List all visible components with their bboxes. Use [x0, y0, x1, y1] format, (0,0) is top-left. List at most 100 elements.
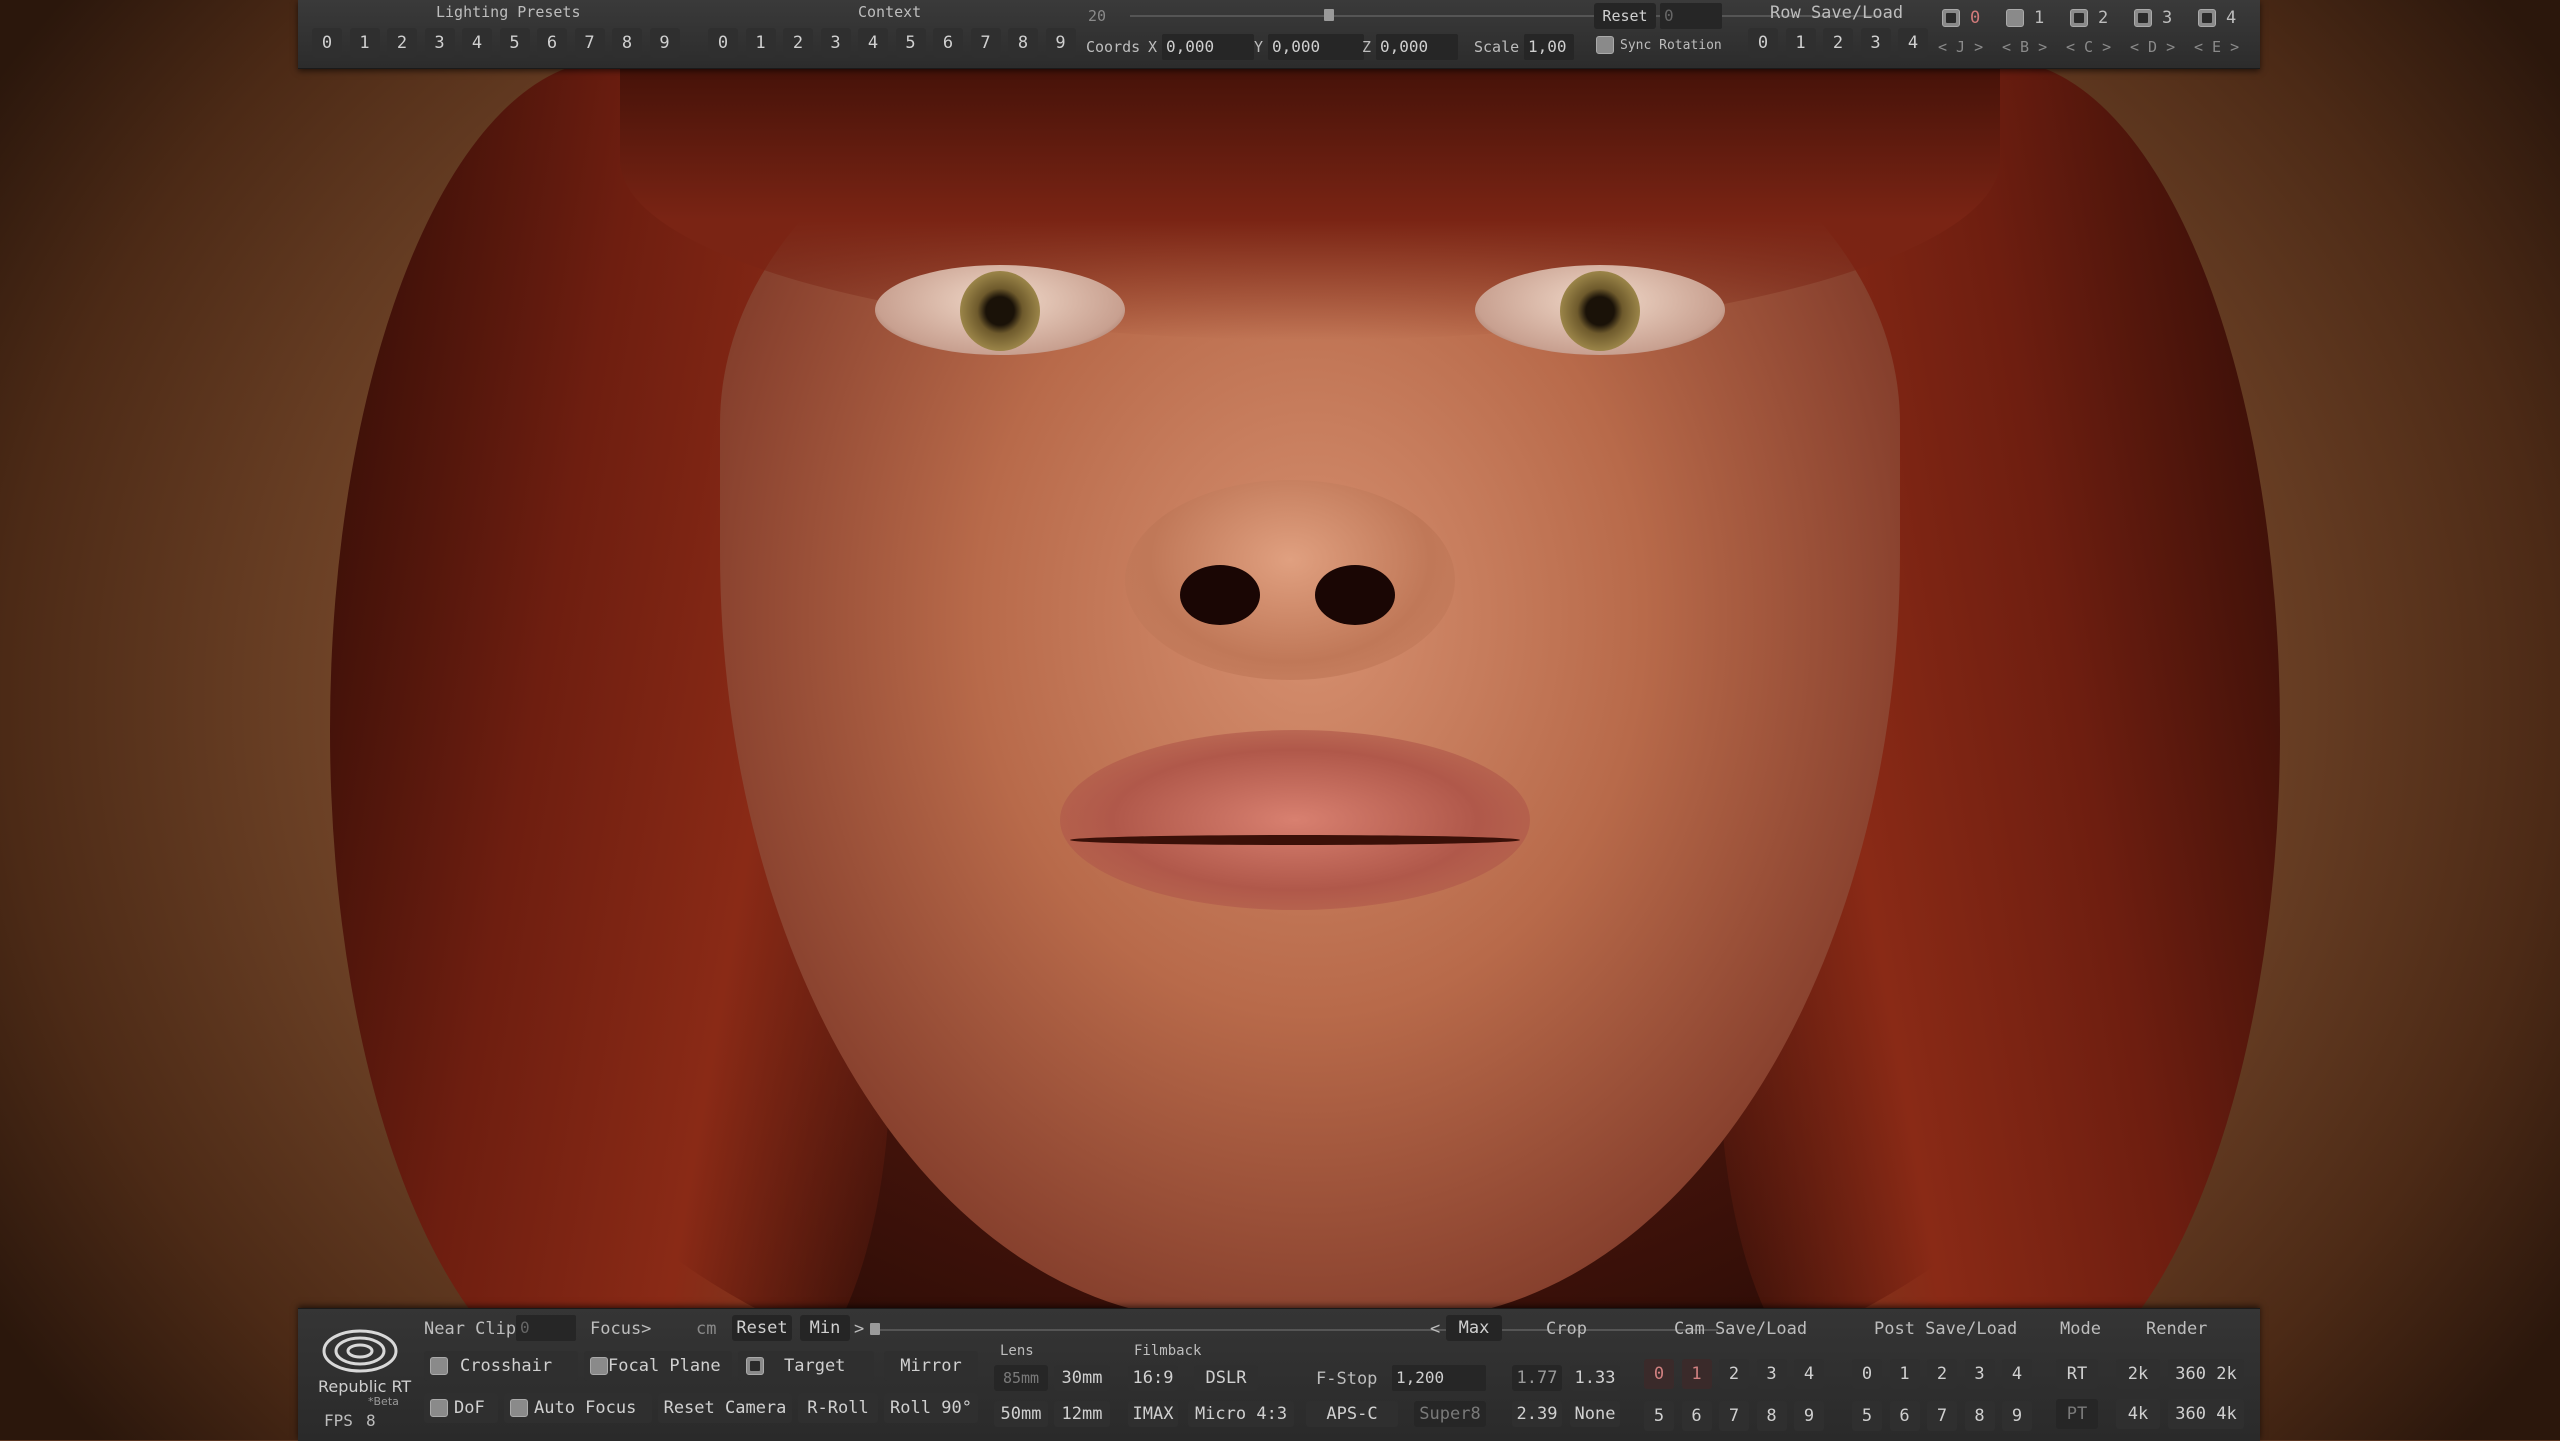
reset-camera-button[interactable]: Reset Camera — [658, 1393, 792, 1423]
post-1-button[interactable]: 1 — [1890, 1359, 1920, 1389]
lighting-preset-4-button[interactable]: 4 — [462, 28, 492, 58]
render-360-2k-button[interactable]: 360 2k — [2168, 1359, 2244, 1389]
lighting-preset-8-button[interactable]: 8 — [612, 28, 642, 58]
render-4k-button[interactable]: 4k — [2116, 1399, 2160, 1429]
auto-focus-checkbox[interactable] — [510, 1399, 528, 1417]
slot-4-checkbox[interactable] — [2198, 9, 2216, 27]
context-8-button[interactable]: 8 — [1008, 28, 1038, 58]
slot-4-nav[interactable]: < E > — [2194, 38, 2239, 56]
context-7-button[interactable]: 7 — [971, 28, 1001, 58]
post-8-button[interactable]: 8 — [1965, 1401, 1995, 1431]
slot-0-checkbox[interactable] — [1942, 9, 1960, 27]
lens-85mm-button[interactable]: 85mm — [994, 1365, 1048, 1391]
filmback-super8-button[interactable]: Super8 — [1414, 1401, 1486, 1427]
post-5-button[interactable]: 5 — [1852, 1401, 1882, 1431]
context-4-button[interactable]: 4 — [858, 28, 888, 58]
crop-none-button[interactable]: None — [1570, 1401, 1620, 1427]
max-button[interactable]: Max — [1446, 1315, 1502, 1341]
cam-9-button[interactable]: 9 — [1794, 1401, 1824, 1431]
cam-1-button[interactable]: 1 — [1682, 1359, 1712, 1389]
focal-plane-toggle[interactable]: Focal Plane — [584, 1351, 732, 1381]
focus-reset-button[interactable]: Reset — [732, 1315, 792, 1341]
top-slider-track[interactable] — [1130, 15, 1880, 17]
filmback-micro43-button[interactable]: Micro 4:3 — [1188, 1401, 1294, 1427]
filmback-16-9-button[interactable]: 16:9 — [1128, 1365, 1178, 1391]
y-coord-field[interactable]: 0,000 — [1268, 34, 1364, 60]
row-slot-3-button[interactable]: 3 — [1861, 28, 1891, 58]
row-slot-1-button[interactable]: 1 — [1786, 28, 1816, 58]
render-viewport[interactable] — [0, 0, 2560, 1440]
crop-177-button[interactable]: 1.77 — [1512, 1365, 1562, 1391]
crosshair-checkbox[interactable] — [430, 1357, 448, 1375]
slot-1-nav[interactable]: < B > — [2002, 38, 2047, 56]
slot-3-nav[interactable]: < D > — [2130, 38, 2175, 56]
scale-field[interactable]: 1,00 — [1524, 34, 1574, 60]
crop-239-button[interactable]: 2.39 — [1512, 1401, 1562, 1427]
crop-133-button[interactable]: 1.33 — [1570, 1365, 1620, 1391]
lens-50mm-button[interactable]: 50mm — [994, 1401, 1048, 1427]
focal-plane-checkbox[interactable] — [590, 1357, 608, 1375]
target-toggle[interactable]: Target — [738, 1351, 874, 1381]
dof-toggle[interactable]: DoF — [424, 1393, 498, 1423]
slot-3-checkbox[interactable] — [2134, 9, 2152, 27]
context-1-button[interactable]: 1 — [746, 28, 776, 58]
x-coord-field[interactable]: 0,000 — [1162, 34, 1254, 60]
row-slot-4-button[interactable]: 4 — [1898, 28, 1928, 58]
cam-4-button[interactable]: 4 — [1794, 1359, 1824, 1389]
cam-5-button[interactable]: 5 — [1644, 1401, 1674, 1431]
post-6-button[interactable]: 6 — [1890, 1401, 1920, 1431]
auto-focus-toggle[interactable]: Auto Focus — [504, 1393, 652, 1423]
cam-3-button[interactable]: 3 — [1757, 1359, 1787, 1389]
context-3-button[interactable]: 3 — [821, 28, 851, 58]
context-2-button[interactable]: 2 — [783, 28, 813, 58]
focus-slider-track[interactable] — [872, 1329, 1718, 1331]
dof-checkbox[interactable] — [430, 1399, 448, 1417]
crosshair-toggle[interactable]: Crosshair — [424, 1351, 578, 1381]
slot-1-checkbox[interactable] — [2006, 9, 2024, 27]
cam-8-button[interactable]: 8 — [1757, 1401, 1787, 1431]
lighting-preset-3-button[interactable]: 3 — [425, 28, 455, 58]
reset-value-field[interactable]: 0 — [1660, 3, 1722, 29]
lens-12mm-button[interactable]: 12mm — [1054, 1401, 1110, 1427]
row-slot-0-button[interactable]: 0 — [1748, 28, 1778, 58]
context-6-button[interactable]: 6 — [933, 28, 963, 58]
cam-0-button[interactable]: 0 — [1644, 1359, 1674, 1389]
post-2-button[interactable]: 2 — [1927, 1359, 1957, 1389]
lighting-preset-9-button[interactable]: 9 — [650, 28, 680, 58]
render-360-4k-button[interactable]: 360 4k — [2168, 1399, 2244, 1429]
focus-slider-knob[interactable] — [870, 1323, 880, 1335]
reset-coords-button[interactable]: Reset — [1594, 3, 1656, 29]
cam-7-button[interactable]: 7 — [1719, 1401, 1749, 1431]
mode-rt-button[interactable]: RT — [2056, 1359, 2098, 1389]
post-3-button[interactable]: 3 — [1965, 1359, 1995, 1389]
lighting-preset-2-button[interactable]: 2 — [387, 28, 417, 58]
lighting-preset-6-button[interactable]: 6 — [537, 28, 567, 58]
lighting-preset-7-button[interactable]: 7 — [575, 28, 605, 58]
slot-2-nav[interactable]: < C > — [2066, 38, 2111, 56]
context-9-button[interactable]: 9 — [1046, 28, 1076, 58]
filmback-imax-button[interactable]: IMAX — [1128, 1401, 1178, 1427]
mirror-button[interactable]: Mirror — [884, 1351, 978, 1381]
cam-2-button[interactable]: 2 — [1719, 1359, 1749, 1389]
post-4-button[interactable]: 4 — [2002, 1359, 2032, 1389]
cam-6-button[interactable]: 6 — [1682, 1401, 1712, 1431]
r-roll-button[interactable]: R-Roll — [798, 1393, 878, 1423]
post-7-button[interactable]: 7 — [1927, 1401, 1957, 1431]
min-button[interactable]: Min — [800, 1315, 850, 1341]
near-clip-field[interactable]: 0 — [516, 1315, 576, 1341]
post-0-button[interactable]: 0 — [1852, 1359, 1882, 1389]
post-9-button[interactable]: 9 — [2002, 1401, 2032, 1431]
lighting-preset-0-button[interactable]: 0 — [312, 28, 342, 58]
lighting-preset-5-button[interactable]: 5 — [500, 28, 530, 58]
mode-pt-button[interactable]: PT — [2056, 1399, 2098, 1429]
lens-30mm-button[interactable]: 30mm — [1054, 1365, 1110, 1391]
filmback-apsc-button[interactable]: APS-C — [1306, 1401, 1398, 1427]
filmback-dslr-button[interactable]: DSLR — [1194, 1365, 1258, 1391]
sync-rotation-checkbox[interactable] — [1596, 36, 1614, 54]
roll-90-button[interactable]: Roll 90° — [884, 1393, 978, 1423]
slot-2-checkbox[interactable] — [2070, 9, 2088, 27]
row-slot-2-button[interactable]: 2 — [1823, 28, 1853, 58]
lighting-preset-1-button[interactable]: 1 — [350, 28, 380, 58]
target-checkbox[interactable] — [746, 1357, 764, 1375]
context-5-button[interactable]: 5 — [896, 28, 926, 58]
